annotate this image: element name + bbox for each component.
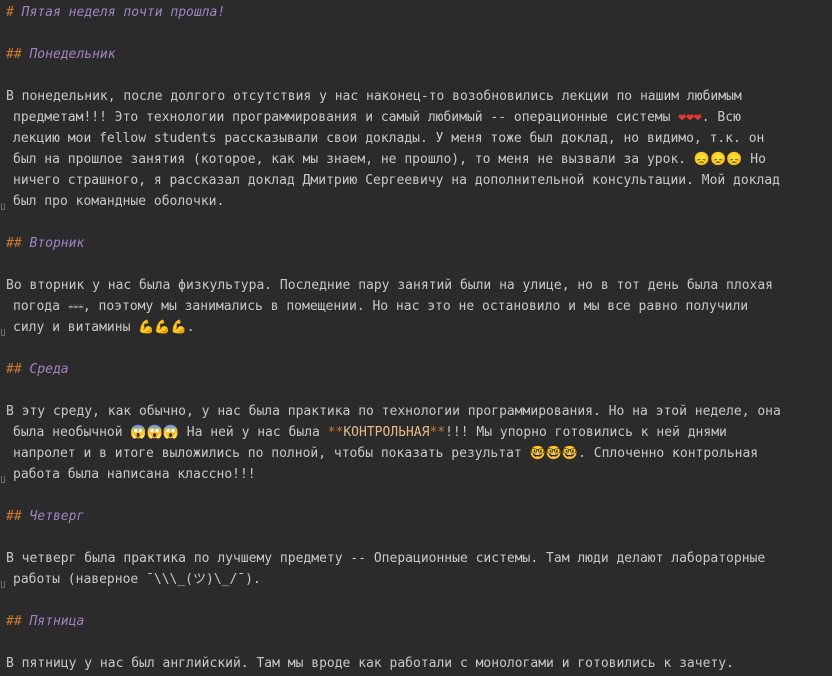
text-run: В эту среду, как обычно, у нас была прак… — [6, 404, 781, 419]
title-heading: # Пятая неделя почти прошла! — [6, 2, 832, 23]
title-text: Пятая неделя почти прошла! — [13, 5, 226, 20]
text-run: , поэтому мы занимались в помещении. Но … — [82, 299, 749, 314]
wednesday-line-1: В эту среду, как обычно, у нас была прак… — [6, 401, 832, 422]
fold-marker-icon[interactable] — [1, 476, 5, 483]
heading-marker: # — [6, 5, 14, 20]
monday-line-6: был про командные оболочки. — [1, 191, 832, 212]
heading-marker: ## — [6, 509, 22, 524]
friday-line-1: В пятницу у нас был английский. Там мы в… — [6, 653, 832, 674]
thursday-heading-text: Четверг — [21, 509, 85, 524]
thursday-line-2: работы (наверное ¯\\\_(ツ)\_/¯). — [1, 569, 832, 590]
heading-marker: ## — [6, 236, 22, 251]
rain-emoji-icon: ☔☔☔ — [67, 302, 84, 313]
text-run: На ней у нас была — [178, 425, 328, 440]
wednesday-heading: ## Среда — [6, 359, 832, 380]
monday-line-4: был на прошлое занятия (которое, как мы … — [6, 149, 832, 170]
text-run: лекцию мои fellow students рассказывали … — [13, 131, 765, 146]
bold-text: КОНТРОЛЬНАЯ — [343, 425, 430, 440]
monday-heading: ## Понедельник — [6, 44, 832, 65]
monday-line-2: предметам!!! Это технологии программиров… — [6, 107, 832, 128]
heart-emoji-icon: ❤❤❤ — [678, 110, 702, 125]
text-run: . — [186, 320, 195, 335]
text-run: был про командные оболочки. — [13, 194, 225, 209]
bold-marker-close: ** — [429, 425, 446, 440]
friday-heading: ## Пятница — [6, 611, 832, 632]
tuesday-heading: ## Вторник — [6, 233, 832, 254]
text-run: работы (наверное ¯\\\_(ツ)\_/¯). — [13, 572, 261, 587]
text-run: Но — [742, 152, 766, 167]
text-run: работа была написана классно!!! — [13, 467, 256, 482]
tuesday-line-3: силу и витамины 💪💪💪. — [1, 317, 832, 338]
scream-emoji-icon: 😱😱😱 — [130, 425, 179, 440]
nerd-emoji-icon: 🤓🤓🤓 — [529, 446, 579, 461]
heading-marker: ## — [6, 362, 22, 377]
fold-marker-icon[interactable] — [1, 329, 5, 336]
text-run: погода — [13, 299, 68, 314]
tuesday-line-1: Во вторник у нас была физкультура. После… — [6, 275, 832, 296]
monday-line-5: ничего страшного, я рассказал доклад Дми… — [6, 170, 832, 191]
heading-marker: ## — [6, 47, 22, 62]
thursday-line-1: В четверг была практика по лучшему предм… — [6, 548, 832, 569]
monday-line-3: лекцию мои fellow students рассказывали … — [6, 128, 832, 149]
text-run: напролет и в итоге выложились по полной,… — [13, 446, 530, 461]
text-run: !!! Мы упорно готовились к ней днями — [445, 425, 727, 440]
fold-marker-icon[interactable] — [1, 581, 5, 588]
heading-marker: ## — [6, 614, 22, 629]
markdown-editor[interactable]: # Пятая неделя почти прошла! ## Понедель… — [0, 0, 832, 676]
text-run: В пятницу у нас был английский. Там мы в… — [6, 656, 734, 671]
text-run: силу и витамины — [13, 320, 139, 335]
thursday-heading: ## Четверг — [6, 506, 832, 527]
bold-marker-open: ** — [327, 425, 344, 440]
wednesday-line-4: работа была написана классно!!! — [1, 464, 832, 485]
disappointed-emoji-icon: 😞😞😞 — [693, 152, 743, 167]
text-run: В понедельник, после долгого отсутствия … — [6, 89, 742, 104]
tuesday-line-2: погода ☔☔☔, поэтому мы занимались в поме… — [6, 296, 832, 317]
friday-heading-text: Пятница — [21, 614, 85, 629]
wednesday-line-3: напролет и в итоге выложились по полной,… — [6, 443, 832, 464]
text-run: был на прошлое занятия (которое, как мы … — [13, 152, 694, 167]
wednesday-heading-text: Среда — [21, 362, 69, 377]
wednesday-line-2: была необычной 😱😱😱 На ней у нас была **К… — [6, 422, 832, 443]
tuesday-heading-text: Вторник — [21, 236, 85, 251]
text-run: предметам!!! Это технологии программиров… — [13, 110, 679, 125]
monday-heading-text: Понедельник — [21, 47, 116, 62]
text-run: ничего страшного, я рассказал доклад Дми… — [13, 173, 781, 188]
text-run: Во вторник у нас была физкультура. После… — [6, 278, 774, 293]
text-run: была необычной — [13, 425, 131, 440]
fold-marker-icon[interactable] — [1, 203, 5, 210]
text-run: . Сплоченно контрольная — [578, 446, 759, 461]
text-run: В четверг была практика по лучшему предм… — [6, 551, 766, 566]
text-run: . Всю — [701, 110, 741, 125]
monday-line-1: В понедельник, после долгого отсутствия … — [6, 86, 832, 107]
muscle-emoji-icon: 💪💪💪 — [138, 320, 187, 335]
